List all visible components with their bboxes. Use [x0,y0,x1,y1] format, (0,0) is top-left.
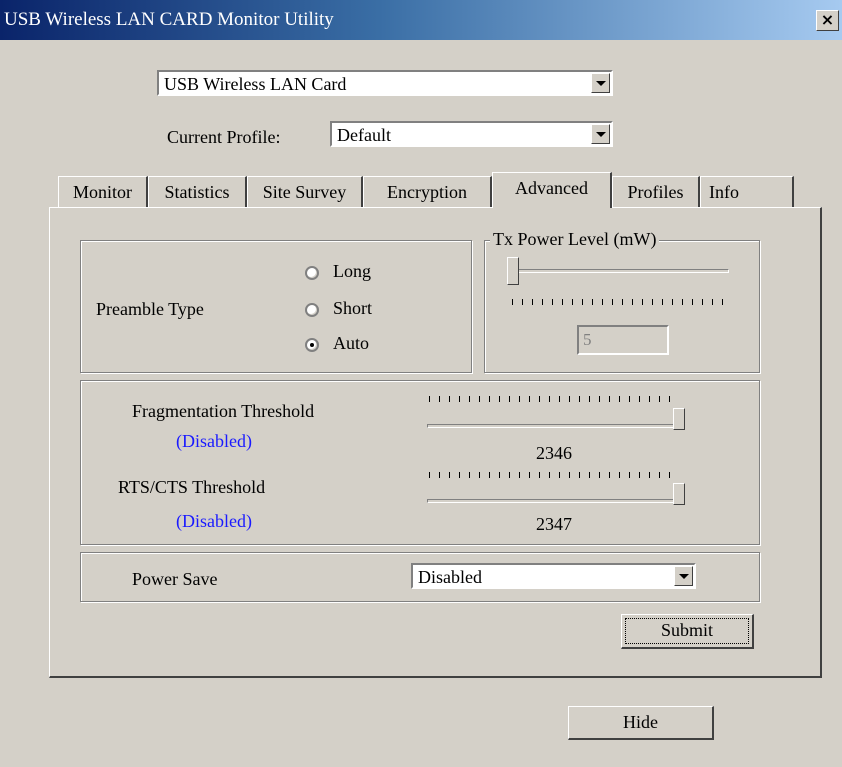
title-bar[interactable]: USB Wireless LAN CARD Monitor Utility × [0,0,842,40]
tab-profiles[interactable]: Profiles [612,176,700,208]
current-profile-label: Current Profile: [167,127,281,147]
power-save-group: Power Save Disabled [80,552,760,602]
power-save-select[interactable]: Disabled [411,563,696,589]
tx-power-value-field: 5 [577,325,669,355]
fragmentation-ticks [429,396,677,402]
chevron-down-icon[interactable] [591,73,610,93]
fragmentation-value: 2346 [536,443,572,463]
tab-encryption[interactable]: Encryption [363,176,492,208]
hide-button-label: Hide [623,712,658,732]
tx-power-label: Tx Power Level (mW) [490,229,660,250]
tab-advanced[interactable]: Advanced [492,172,612,208]
window-title: USB Wireless LAN CARD Monitor Utility [4,9,334,30]
fragmentation-slider-thumb[interactable] [673,408,685,430]
rts-cts-status: (Disabled) [176,511,252,531]
tab-monitor[interactable]: Monitor [58,176,148,208]
tab-info[interactable]: Info [700,176,794,208]
tab-site-survey[interactable]: Site Survey [247,176,363,208]
tx-power-group: 5 [484,240,760,373]
close-button[interactable]: × [816,10,839,31]
tx-power-slider-thumb[interactable] [507,257,519,285]
advanced-panel: Preamble Type Long Short Auto 5 Tx Power… [49,207,822,678]
fragmentation-label: Fragmentation Threshold [132,401,315,421]
rts-cts-label: RTS/CTS Threshold [118,477,266,497]
radio-auto[interactable] [305,338,319,352]
tx-power-ticks [512,299,724,305]
utility-window: USB Wireless LAN CARD Monitor Utility × … [0,0,842,767]
rts-cts-slider-thumb[interactable] [673,483,685,505]
adapter-select-value: USB Wireless LAN Card [164,74,347,94]
hide-button[interactable]: Hide [568,706,714,740]
rts-cts-ticks [429,472,677,478]
chevron-down-icon[interactable] [591,124,610,144]
preamble-group: Preamble Type Long Short Auto [80,240,472,373]
radio-short[interactable] [305,303,319,317]
radio-long-label: Long [333,261,371,281]
preamble-type-label: Preamble Type [96,299,204,319]
rts-cts-value: 2347 [536,514,572,534]
power-save-select-value: Disabled [418,567,482,587]
rts-cts-track [427,499,679,503]
adapter-select[interactable]: USB Wireless LAN Card [157,70,613,96]
fragmentation-track [427,424,679,428]
profile-select[interactable]: Default [330,121,613,147]
profile-select-value: Default [337,125,391,145]
radio-short-label: Short [333,298,373,318]
close-icon: × [820,10,835,29]
power-save-label: Power Save [132,569,218,589]
radio-long[interactable] [305,266,319,280]
threshold-group: Fragmentation Threshold (Disabled) 2346 … [80,380,760,545]
fragmentation-status: (Disabled) [176,431,252,451]
tx-power-track [507,269,729,273]
tab-statistics[interactable]: Statistics [148,176,247,208]
radio-auto-label: Auto [333,333,369,353]
submit-button[interactable]: Submit [621,614,754,649]
focus-indicator [625,618,749,644]
chevron-down-icon[interactable] [674,566,693,586]
